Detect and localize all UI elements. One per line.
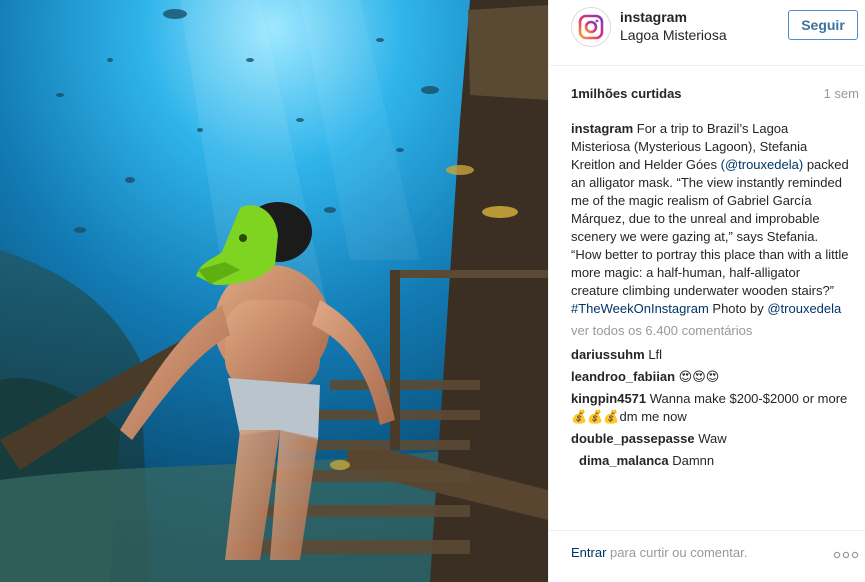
- comment-item: dima_malanca Damnn: [571, 452, 851, 470]
- underwater-photo-image: [0, 0, 548, 582]
- post-footer: Entrar para curtir ou comentar.: [549, 530, 865, 582]
- view-all-comments-link[interactable]: ver todos os 6.400 comentários: [571, 322, 851, 340]
- post-username[interactable]: instagram: [620, 9, 687, 25]
- caption-username[interactable]: instagram: [571, 121, 633, 136]
- comment-username[interactable]: dima_malanca: [579, 453, 669, 468]
- post-header: instagram Lagoa Misteriosa Seguir: [549, 0, 865, 66]
- post-photo[interactable]: [0, 0, 548, 582]
- comment-username[interactable]: kingpin4571: [571, 391, 646, 406]
- caption-hashtag[interactable]: #TheWeekOnInstagram: [571, 301, 709, 316]
- follow-button[interactable]: Seguir: [788, 10, 858, 40]
- login-prompt-text: para curtir ou comentar.: [610, 545, 748, 560]
- post-location[interactable]: Lagoa Misteriosa: [620, 27, 727, 43]
- post-details-panel: instagram Lagoa Misteriosa Seguir 1milhõ…: [548, 0, 865, 582]
- comment-text: Waw: [698, 431, 727, 446]
- caption-mention-1[interactable]: (@trouxedela): [721, 157, 804, 172]
- comment-text: Damnn: [672, 453, 715, 468]
- login-prompt: Entrar para curtir ou comentar.: [571, 545, 747, 560]
- comment-username[interactable]: dariussuhm: [571, 347, 645, 362]
- instagram-logo-graphic: [578, 14, 604, 40]
- post-caption: instagram For a trip to Brazil’s Lagoa M…: [571, 120, 851, 318]
- login-link[interactable]: Entrar: [571, 545, 606, 560]
- comment-item: leandroo_fabiian 😍😍😍: [571, 368, 851, 386]
- caption-text-2: packed an alligator mask. “The view inst…: [571, 157, 849, 298]
- caption-text-3: Photo by: [712, 301, 764, 316]
- instagram-logo-icon[interactable]: [571, 7, 611, 47]
- more-options-icon[interactable]: [832, 549, 860, 561]
- likes-count: 1milhões curtidas: [571, 86, 682, 101]
- comment-item: double_passepasse Waw: [571, 430, 851, 448]
- comment-username[interactable]: double_passepasse: [571, 431, 695, 446]
- post-time[interactable]: 1 sem: [824, 86, 859, 101]
- comment-item: dariussuhm Lfl: [571, 346, 851, 364]
- caption-mention-2[interactable]: @trouxedela: [767, 301, 841, 316]
- comments-list: instagram For a trip to Brazil’s Lagoa M…: [571, 120, 851, 520]
- comment-item: kingpin4571 Wanna make $200-$2000 or mor…: [571, 390, 851, 426]
- comment-username[interactable]: leandroo_fabiian: [571, 369, 675, 384]
- likes-row: 1milhões curtidas 1 sem: [571, 84, 859, 104]
- comment-text: Lfl: [648, 347, 663, 362]
- comment-text: 😍😍😍: [678, 369, 720, 384]
